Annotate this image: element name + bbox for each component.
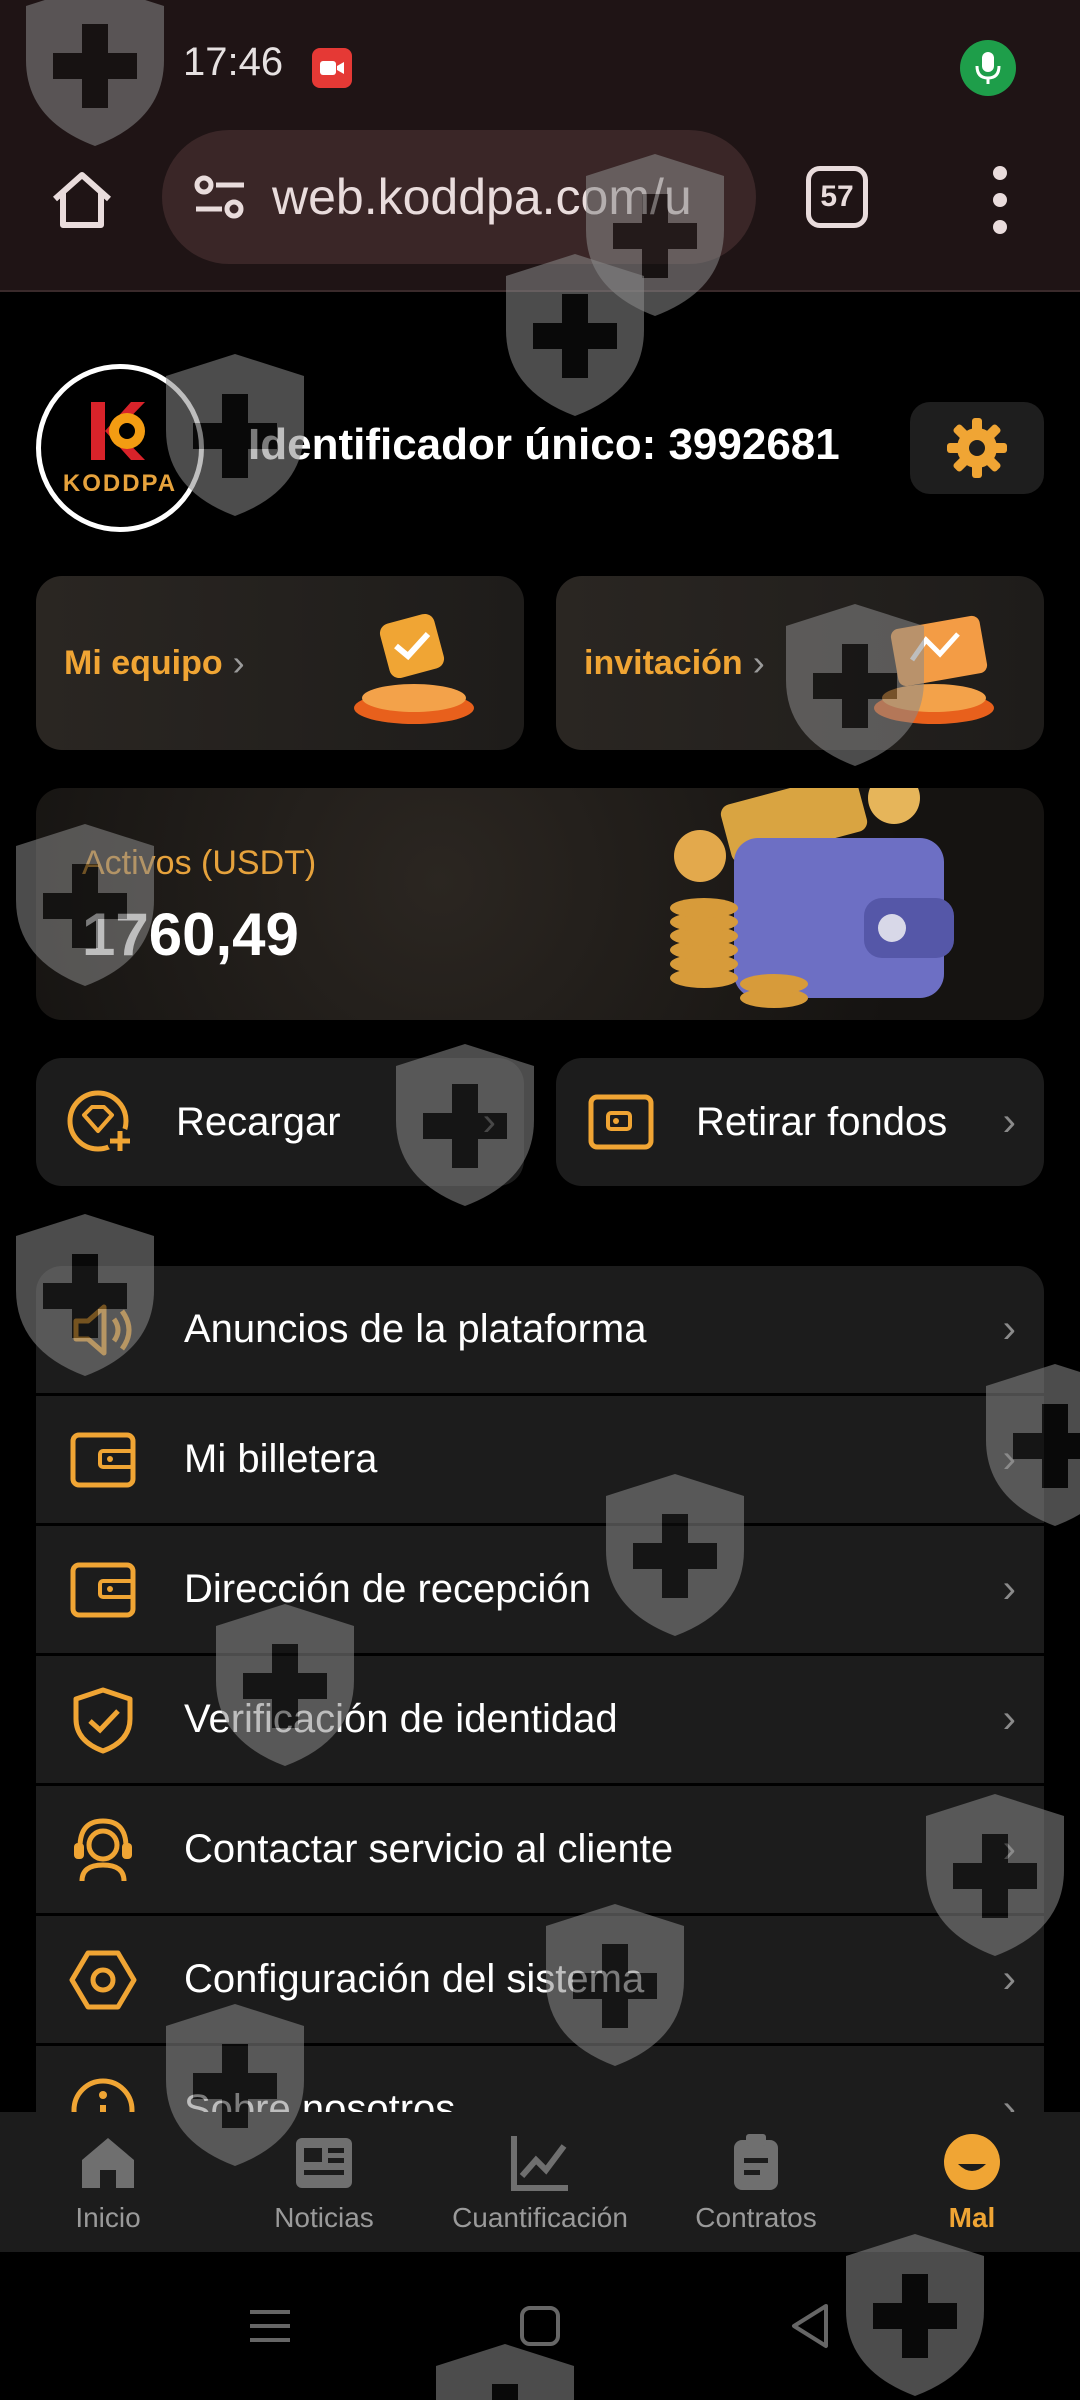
chevron-right-icon: › — [1002, 1957, 1016, 2001]
system-nav-bar — [0, 2252, 1080, 2400]
menu-item-label: Verificación de identidad — [184, 1697, 618, 1741]
diamond-plus-icon — [67, 1090, 133, 1154]
site-settings-icon[interactable] — [190, 167, 250, 227]
profile-face-icon — [944, 2134, 1000, 2190]
screen-record-icon — [312, 48, 352, 88]
browser-chrome: 17:46 web.koddpa.com/u 57 — [0, 0, 1080, 292]
menu-item-announcements[interactable]: Anuncios de la plataforma › — [36, 1266, 1044, 1396]
chevron-right-icon: › — [1002, 1437, 1016, 1481]
chevron-right-icon: › — [1002, 1099, 1016, 1144]
nav-profile[interactable]: Mal — [864, 2112, 1080, 2252]
assets-label: Activos (USDT) — [82, 844, 317, 882]
invitation-label: invitación — [584, 643, 743, 682]
recharge-label: Recargar — [176, 1099, 341, 1144]
browser-home-button[interactable] — [42, 160, 122, 240]
shield-check-icon — [73, 1687, 133, 1753]
clipboard-icon — [734, 2134, 778, 2190]
avatar: KODDPA — [36, 364, 204, 532]
team-illustration-icon — [354, 613, 474, 724]
home-icon — [82, 2138, 134, 2188]
chevron-right-icon: › — [232, 642, 245, 683]
wallet-illustration-icon — [670, 788, 954, 1008]
nav-label: Contratos — [695, 2202, 817, 2233]
menu-item-label: Anuncios de la plataforma — [184, 1307, 647, 1351]
news-icon — [296, 2138, 352, 2188]
menu-item-label: Sobre nosotros — [184, 2087, 456, 2112]
avatar-brand: KODDPA — [62, 470, 178, 497]
url-text: web.koddpa.com/u — [272, 169, 692, 225]
recharge-button[interactable]: Recargar › — [36, 1058, 524, 1186]
back-icon[interactable] — [780, 2296, 840, 2356]
assets-value: 1760,49 — [82, 901, 299, 968]
settings-button[interactable] — [910, 402, 1044, 494]
chart-icon — [511, 2136, 568, 2191]
hexagon-settings-icon — [69, 1950, 137, 2009]
chevron-right-icon: › — [1002, 1827, 1016, 1871]
menu-item-about-us[interactable]: Sobre nosotros › — [36, 2046, 1044, 2112]
menu-item-label: Contactar servicio al cliente — [184, 1827, 674, 1871]
bottom-nav: Inicio Noticias Cuantificación Contratos — [0, 2112, 1080, 2252]
microphone-icon — [960, 40, 1016, 96]
menu-item-system-settings[interactable]: Configuración del sistema › — [36, 1916, 1044, 2046]
chevron-right-icon: › — [1002, 1307, 1016, 1351]
menu-item-my-wallet[interactable]: Mi billetera › — [36, 1396, 1044, 1526]
system-home-icon[interactable] — [510, 2296, 570, 2356]
info-icon — [71, 2078, 135, 2112]
wallet-icon — [588, 1094, 654, 1150]
assets-card: Activos (USDT) 1760,49 — [36, 788, 1044, 1020]
speaker-icon — [73, 1304, 132, 1355]
nav-news[interactable]: Noticias — [216, 2112, 432, 2252]
chevron-right-icon: › — [752, 642, 765, 683]
koddpa-logo-icon — [91, 402, 145, 460]
invitation-card[interactable]: invitación › — [556, 576, 1044, 750]
browser-menu-button[interactable] — [980, 160, 1020, 240]
unique-id: Identificador único: 3992681 — [248, 420, 840, 469]
menu-item-receiving-address[interactable]: Dirección de recepción › — [36, 1526, 1044, 1656]
nav-label: Cuantificación — [452, 2202, 628, 2233]
nav-home[interactable]: Inicio — [0, 2112, 216, 2252]
menu-item-label: Dirección de recepción — [184, 1567, 591, 1611]
nav-label: Noticias — [274, 2202, 374, 2233]
chevron-right-icon: › — [1002, 1697, 1016, 1741]
nav-quantification[interactable]: Cuantificación — [432, 2112, 648, 2252]
nav-label: Inicio — [75, 2202, 141, 2233]
tab-switcher-button[interactable]: 57 — [806, 166, 868, 228]
nav-contracts[interactable]: Contratos — [648, 2112, 864, 2252]
nav-label: Mal — [948, 2202, 996, 2233]
wallet-icon — [70, 1562, 136, 1617]
invitation-illustration-icon — [874, 615, 994, 724]
menu-item-label: Configuración del sistema — [184, 1957, 645, 2001]
withdraw-label: Retirar fondos — [696, 1099, 948, 1144]
menu-item-identity-verification[interactable]: Verificación de identidad › — [36, 1656, 1044, 1786]
menu-item-label: Mi billetera — [184, 1437, 378, 1481]
menu-item-customer-service[interactable]: Contactar servicio al cliente › — [36, 1786, 1044, 1916]
my-team-label: Mi equipo — [64, 643, 223, 682]
home-icon — [53, 172, 111, 228]
gear-icon — [947, 418, 1007, 478]
wallet-icon — [70, 1432, 136, 1487]
recent-apps-icon[interactable] — [240, 2296, 300, 2356]
my-team-card[interactable]: Mi equipo › — [36, 576, 524, 750]
chevron-right-icon: › — [482, 1099, 496, 1144]
chevron-right-icon: › — [1002, 1567, 1016, 1611]
status-time: 17:46 — [183, 40, 284, 84]
headset-icon — [74, 1817, 132, 1881]
withdraw-button[interactable]: Retirar fondos › — [556, 1058, 1044, 1186]
menu-list: Anuncios de la plataforma › Mi billetera… — [36, 1266, 1044, 2112]
chevron-right-icon: › — [1002, 2087, 1016, 2112]
address-bar[interactable]: web.koddpa.com/u — [162, 130, 756, 264]
